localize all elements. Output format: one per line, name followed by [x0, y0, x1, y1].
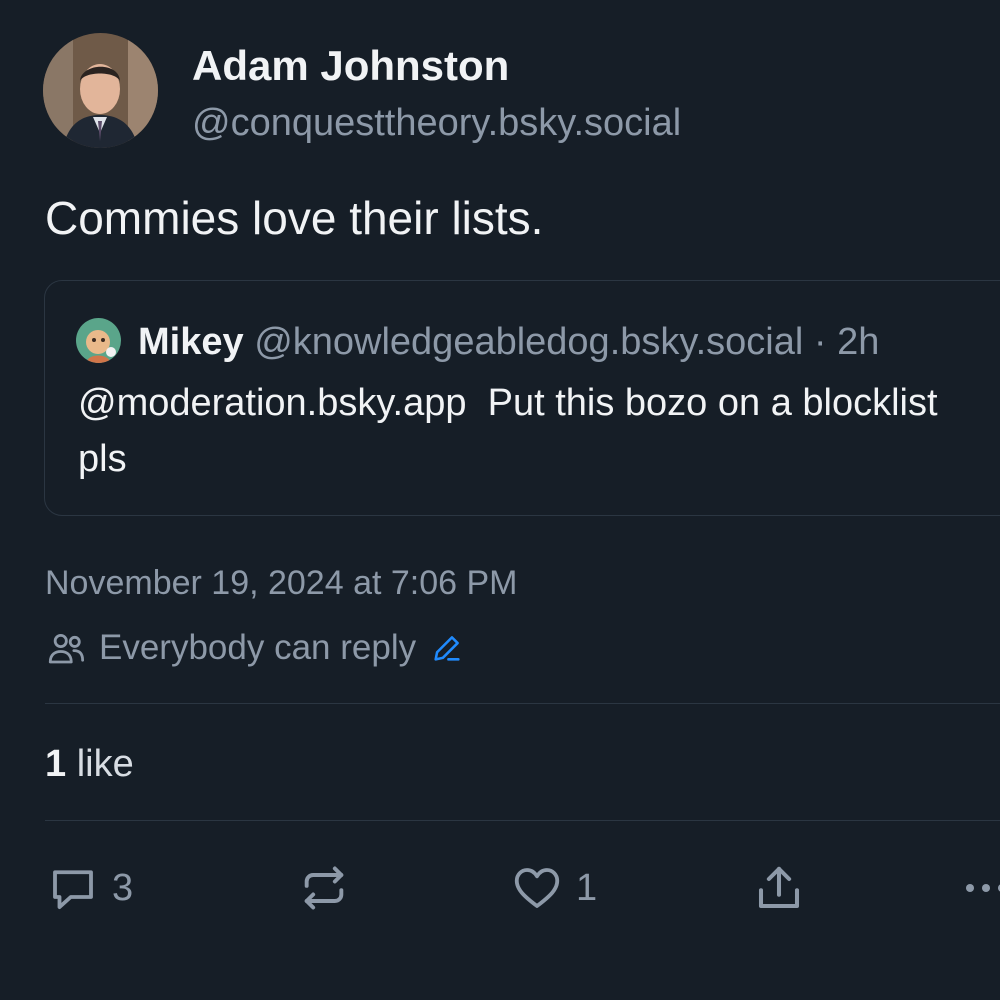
more-icon	[966, 884, 1000, 892]
author-display-name[interactable]: Adam Johnston	[192, 40, 509, 92]
repost-icon	[304, 866, 344, 910]
author-avatar[interactable]	[43, 33, 158, 148]
post-text: Commies love their lists.	[45, 192, 544, 244]
reply-setting-label: Everybody can reply	[99, 628, 417, 667]
likes-label: like	[76, 743, 134, 785]
quoted-post-age: 2h	[837, 321, 880, 363]
quoted-author-line: Mikey @knowledgeabledog.bsky.social · 2h	[138, 318, 879, 366]
pencil-icon[interactable]	[430, 631, 464, 665]
avatar-image	[43, 33, 158, 148]
likes-summary[interactable]: 1 like	[45, 740, 134, 788]
quoted-author-name[interactable]: Mikey	[138, 321, 244, 363]
divider	[45, 703, 1000, 704]
quoted-author-handle[interactable]: @knowledgeabledog.bsky.social	[254, 321, 803, 363]
quoted-post-text: @moderation.bsky.app Put this bozo on a …	[78, 382, 949, 480]
heart-icon	[514, 868, 560, 908]
like-button[interactable]: 1	[510, 860, 597, 916]
reply-count: 3	[112, 866, 134, 909]
like-count: 1	[576, 866, 598, 909]
post-timestamp: November 19, 2024 at 7:06 PM	[45, 564, 518, 602]
avatar-image	[76, 318, 121, 363]
quoted-separator: ·	[813, 321, 827, 363]
reply-icon	[53, 870, 93, 910]
quoted-author-avatar[interactable]	[76, 318, 121, 363]
likes-count: 1	[45, 743, 67, 785]
people-icon	[48, 634, 85, 664]
more-options-button[interactable]	[962, 860, 1000, 916]
share-icon	[758, 866, 800, 909]
repost-button[interactable]	[298, 860, 350, 916]
divider	[45, 820, 1000, 821]
reply-button[interactable]: 3	[46, 860, 133, 916]
reply-setting[interactable]: Everybody can reply	[45, 624, 464, 672]
share-button[interactable]	[752, 860, 806, 916]
author-handle[interactable]: @conquesttheory.bsky.social	[192, 98, 681, 148]
